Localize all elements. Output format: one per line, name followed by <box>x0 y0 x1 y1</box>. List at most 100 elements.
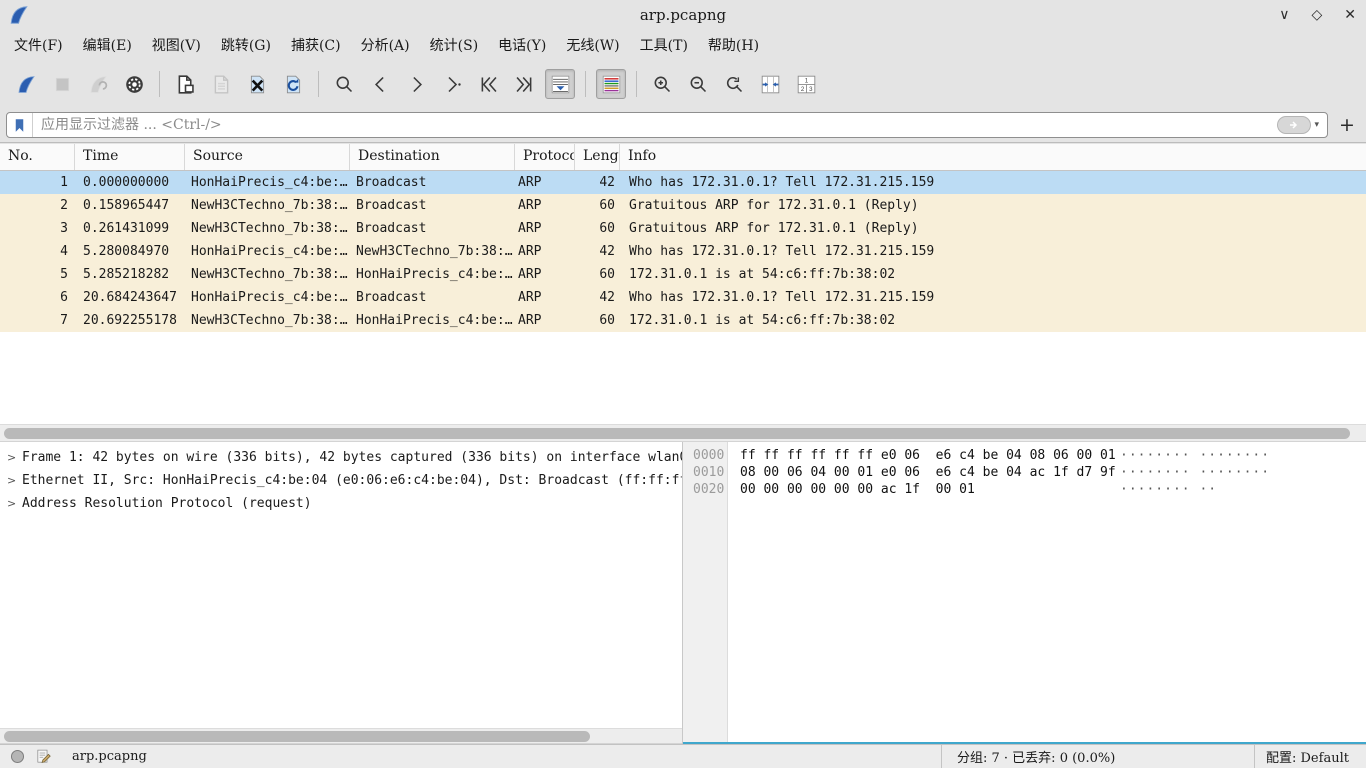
display-filter-field[interactable]: ▾ <box>6 112 1328 138</box>
go-to-packet-icon <box>442 74 463 95</box>
menu-e[interactable]: 编辑(E) <box>73 31 142 59</box>
menu-f[interactable]: 文件(F) <box>4 31 73 59</box>
status-profile[interactable]: 配置: Default <box>1254 745 1366 768</box>
menu-bar: 文件(F)编辑(E)视图(V)跳转(G)捕获(C)分析(A)统计(S)电话(Y)… <box>0 30 1366 60</box>
menu-c[interactable]: 捕获(C) <box>281 31 351 59</box>
status-packet-stats: 分组: 7 · 已丢弃: 0 (0.0%) <box>941 745 1254 768</box>
capture-options-icon <box>124 74 145 95</box>
detail-line-2[interactable]: >Address Resolution Protocol (request) <box>0 492 682 515</box>
go-first-packet-icon <box>478 74 499 95</box>
maximize-button[interactable]: ◇ <box>1311 7 1322 23</box>
detail-line-1[interactable]: >Ethernet II, Src: HonHaiPrecis_c4:be:04… <box>0 469 682 492</box>
toolbar-separator <box>585 71 586 97</box>
menu-y[interactable]: 电话(Y) <box>488 31 556 59</box>
zoom-reset-button[interactable] <box>719 69 749 99</box>
hex-bytes: 08 00 06 04 00 01 e0 06 e6 c4 be 04 ac 1… <box>728 464 1120 481</box>
go-to-packet-button[interactable] <box>437 69 467 99</box>
packet-list-hscrollbar[interactable] <box>0 424 1366 442</box>
packet-row-5[interactable]: 55.285218282NewH3CTechno_7b:38:…HonHaiPr… <box>0 263 1366 286</box>
stop-capture-icon <box>52 74 73 95</box>
window-controls: ∨ ◇ ✕ <box>1279 0 1356 30</box>
toolbar-separator <box>159 71 160 97</box>
save-file-button <box>206 69 236 99</box>
hex-ascii: ········ ········ <box>1120 465 1270 480</box>
add-filter-button[interactable]: + <box>1334 112 1360 138</box>
resize-columns-button[interactable] <box>755 69 785 99</box>
menu-s[interactable]: 统计(S) <box>420 31 489 59</box>
packet-row-7[interactable]: 720.692255178NewH3CTechno_7b:38:…HonHaiP… <box>0 309 1366 332</box>
hex-bytes: ff ff ff ff ff ff e0 06 e6 c4 be 04 08 0… <box>728 447 1120 464</box>
close-file-button[interactable] <box>242 69 272 99</box>
filter-bookmark-button[interactable] <box>7 113 33 137</box>
start-capture-icon <box>16 74 37 95</box>
column-header-length[interactable]: Length <box>575 144 620 170</box>
column-header-destination[interactable]: Destination <box>350 144 515 170</box>
auto-scroll-button[interactable] <box>545 69 575 99</box>
resize-columns-icon <box>760 74 781 95</box>
packet-row-2[interactable]: 20.158965447NewH3CTechno_7b:38:…Broadcas… <box>0 194 1366 217</box>
menu-w[interactable]: 无线(W) <box>556 31 629 59</box>
filter-dropdown-caret[interactable]: ▾ <box>1314 120 1319 130</box>
column-header-source[interactable]: Source <box>185 144 350 170</box>
filter-bar: ▾ + <box>0 108 1366 143</box>
svg-text:2: 2 <box>800 86 804 93</box>
expander-icon[interactable]: > <box>7 492 16 515</box>
go-last-packet-button[interactable] <box>509 69 539 99</box>
hex-offset: 0010 <box>683 464 728 481</box>
scrollbar-thumb[interactable] <box>4 731 590 742</box>
expander-icon[interactable]: > <box>7 446 16 469</box>
menu-h[interactable]: 帮助(H) <box>698 31 769 59</box>
menu-a[interactable]: 分析(A) <box>351 31 420 59</box>
expander-icon[interactable]: > <box>7 469 16 492</box>
colorize-packets-button[interactable] <box>596 69 626 99</box>
go-first-packet-button[interactable] <box>473 69 503 99</box>
capture-comment-icon[interactable] <box>35 748 52 765</box>
save-file-icon <box>211 74 232 95</box>
apply-arrow-icon <box>1286 119 1302 131</box>
packet-row-3[interactable]: 30.261431099NewH3CTechno_7b:38:…Broadcas… <box>0 217 1366 240</box>
close-button[interactable]: ✕ <box>1344 7 1356 23</box>
toolbar-separator <box>318 71 319 97</box>
hex-offset: 0000 <box>683 447 728 464</box>
packet-list: 10.000000000HonHaiPrecis_c4:be:…Broadcas… <box>0 171 1366 332</box>
status-file-name: arp.pcapng <box>72 749 147 764</box>
detail-line-0[interactable]: >Frame 1: 42 bytes on wire (336 bits), 4… <box>0 446 682 469</box>
open-file-button[interactable] <box>170 69 200 99</box>
reset-layout-button[interactable]: 123 <box>791 69 821 99</box>
menu-v[interactable]: 视图(V) <box>142 31 211 59</box>
hex-ascii: ········ ·· <box>1120 482 1217 497</box>
hex-row-0020[interactable]: 002000 00 00 00 00 00 ac 1f 00 01·······… <box>683 481 1366 498</box>
apply-filter-button[interactable] <box>1277 116 1311 134</box>
hex-row-0000[interactable]: 0000ff ff ff ff ff ff e0 06 e6 c4 be 04 … <box>683 447 1366 464</box>
menu-g[interactable]: 跳转(G) <box>211 31 281 59</box>
column-header-time[interactable]: Time <box>75 144 185 170</box>
column-header-no[interactable]: No. <box>0 144 75 170</box>
scrollbar-thumb[interactable] <box>4 428 1350 439</box>
menu-t[interactable]: 工具(T) <box>630 31 698 59</box>
go-back-icon <box>370 74 391 95</box>
start-capture-button[interactable] <box>11 69 41 99</box>
reload-file-button[interactable] <box>278 69 308 99</box>
stop-capture-button <box>47 69 77 99</box>
minimize-button[interactable]: ∨ <box>1279 7 1289 23</box>
packet-details-pane: >Frame 1: 42 bytes on wire (336 bits), 4… <box>0 442 683 744</box>
expert-info-icon[interactable] <box>9 748 26 765</box>
hex-ascii: ········ ········ <box>1120 448 1270 463</box>
details-hscrollbar[interactable] <box>0 728 682 744</box>
auto-scroll-icon <box>550 74 571 95</box>
svg-text:3: 3 <box>809 86 813 93</box>
display-filter-input[interactable] <box>33 113 1277 137</box>
hex-row-0010[interactable]: 001008 00 06 04 00 01 e0 06 e6 c4 be 04 … <box>683 464 1366 481</box>
hex-bytes: 00 00 00 00 00 00 ac 1f 00 01 <box>728 481 1120 498</box>
capture-options-button[interactable] <box>119 69 149 99</box>
column-header-info[interactable]: Info <box>620 144 1366 170</box>
packet-row-6[interactable]: 620.684243647HonHaiPrecis_c4:be:…Broadca… <box>0 286 1366 309</box>
find-packet-button[interactable] <box>329 69 359 99</box>
go-forward-button[interactable] <box>401 69 431 99</box>
zoom-in-button[interactable] <box>647 69 677 99</box>
packet-row-1-selected[interactable]: 10.000000000HonHaiPrecis_c4:be:…Broadcas… <box>0 171 1366 194</box>
column-header-protocol[interactable]: Protocol <box>515 144 575 170</box>
zoom-out-button[interactable] <box>683 69 713 99</box>
packet-row-4[interactable]: 45.280084970HonHaiPrecis_c4:be:…NewH3CTe… <box>0 240 1366 263</box>
go-back-button[interactable] <box>365 69 395 99</box>
